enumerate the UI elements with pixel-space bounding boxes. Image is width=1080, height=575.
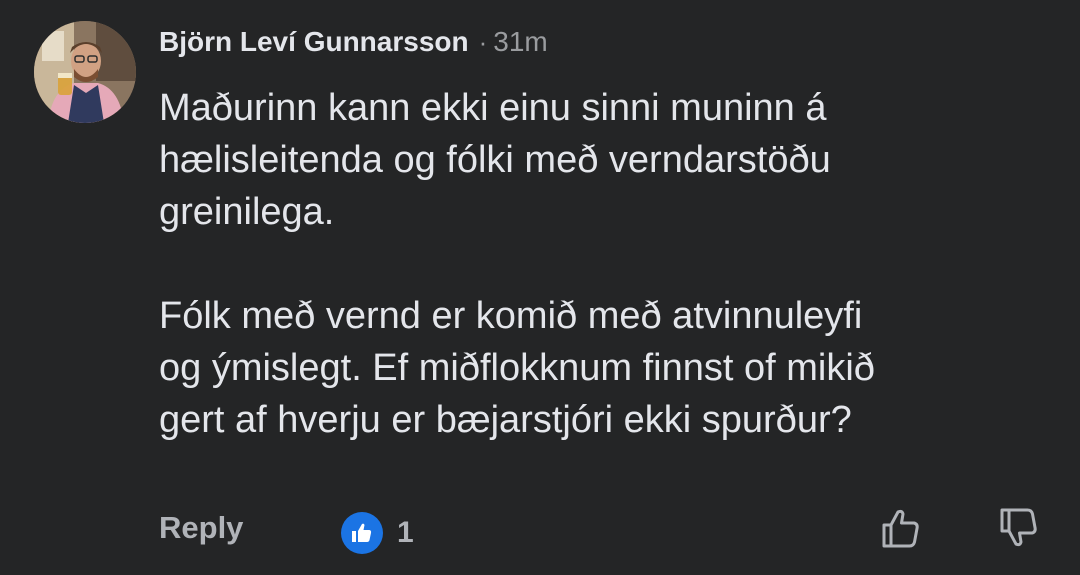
comment-line: gert af hverju er bæjarstjóri ekki spurð… — [159, 399, 852, 441]
comment-header: Björn Leví Gunnarsson · 31m — [159, 22, 548, 62]
avatar[interactable] — [34, 21, 136, 123]
reply-button[interactable]: Reply — [159, 510, 243, 546]
avatar-photo — [34, 21, 136, 123]
author-name[interactable]: Björn Leví Gunnarsson — [159, 26, 469, 58]
comment-body: Maðurinn kann ekki einu sinni muninn á h… — [159, 82, 1059, 446]
comment-paragraph: Fólk með vernd er komið með atvinnuleyfi… — [159, 290, 1059, 446]
downvote-button[interactable] — [996, 504, 1042, 550]
thumbs-down-outline-icon — [1000, 508, 1037, 547]
thumbs-up-outline-icon — [882, 509, 919, 548]
header-separator: · — [478, 26, 488, 57]
comment-line: og ýmislegt. Ef miðflokknum finnst of mi… — [159, 347, 875, 389]
comment-line: Fólk með vernd er komið með atvinnuleyfi — [159, 295, 863, 337]
comment-paragraph: Maðurinn kann ekki einu sinni muninn á h… — [159, 82, 1059, 238]
comment-line: Maðurinn kann ekki einu sinni muninn á — [159, 87, 827, 129]
timestamp[interactable]: 31m — [493, 26, 547, 58]
comment-line: greinilega. — [159, 191, 335, 233]
like-count: 1 — [397, 516, 414, 549]
comment-line: hælisleitenda og fólki með verndarstöðu — [159, 139, 831, 181]
thumbs-up-icon — [341, 512, 383, 554]
reaction-summary[interactable]: 1 — [341, 512, 414, 554]
upvote-button[interactable] — [878, 506, 924, 552]
